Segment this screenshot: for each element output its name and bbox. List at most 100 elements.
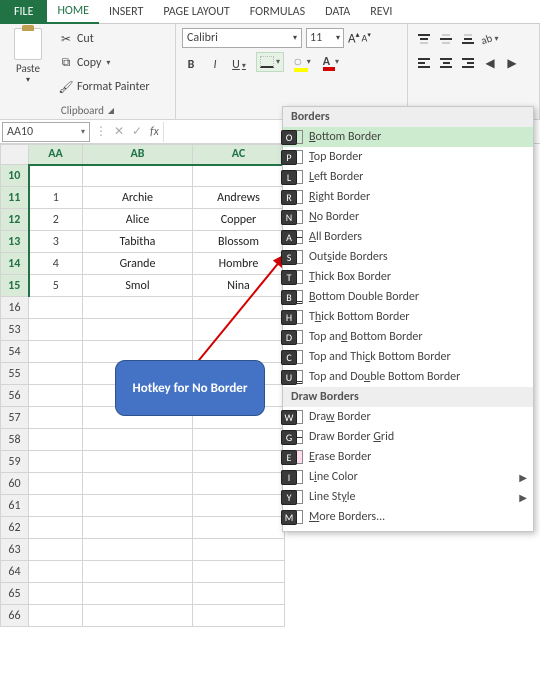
row-header[interactable]: 57 <box>1 407 29 429</box>
data-tab[interactable]: DATA <box>315 0 360 24</box>
row-header[interactable]: 54 <box>1 341 29 363</box>
cell[interactable] <box>193 517 285 539</box>
row-header[interactable]: 10 <box>1 165 29 187</box>
cell[interactable]: Archie <box>83 187 193 209</box>
cell[interactable]: 3 <box>29 231 83 253</box>
cell[interactable] <box>29 319 83 341</box>
borders-button[interactable] <box>256 52 284 72</box>
menu-item[interactable]: YLine Style▶ <box>283 487 533 507</box>
pagelayout-tab[interactable]: PAGE LAYOUT <box>153 0 239 24</box>
menu-item[interactable]: OBottom Border <box>283 127 533 147</box>
row-header[interactable]: 12 <box>1 209 29 231</box>
cell[interactable] <box>193 561 285 583</box>
cell[interactable]: Andrews <box>193 187 285 209</box>
cell[interactable] <box>193 297 285 319</box>
home-tab[interactable]: HOME <box>47 0 99 24</box>
cell[interactable]: 5 <box>29 275 83 297</box>
cell[interactable] <box>29 473 83 495</box>
cell[interactable] <box>29 605 83 627</box>
row-header[interactable]: 66 <box>1 605 29 627</box>
row-header[interactable]: 64 <box>1 561 29 583</box>
column-header[interactable]: AC <box>193 145 285 165</box>
cell[interactable] <box>29 407 83 429</box>
cell[interactable] <box>83 297 193 319</box>
cell[interactable] <box>193 319 285 341</box>
menu-item[interactable]: CTop and Thick Bottom Border <box>283 347 533 367</box>
menu-item[interactable]: UTop and Double Bottom Border <box>283 367 533 387</box>
namebox-expand-icon[interactable]: ⋮ <box>92 124 110 139</box>
menu-item[interactable]: WDraw Border <box>283 407 533 427</box>
increase-font-icon[interactable]: A▴ <box>348 30 360 46</box>
cell[interactable] <box>29 583 83 605</box>
row-header[interactable]: 58 <box>1 429 29 451</box>
column-header[interactable]: AA <box>29 145 83 165</box>
cell[interactable]: Smol <box>83 275 193 297</box>
cell[interactable] <box>193 495 285 517</box>
cell[interactable] <box>29 517 83 539</box>
cancel-icon[interactable]: ✕ <box>110 124 128 139</box>
cell[interactable] <box>83 517 193 539</box>
menu-item[interactable]: GDraw Border Grid <box>283 427 533 447</box>
cell[interactable] <box>29 429 83 451</box>
menu-item[interactable]: DTop and Bottom Border <box>283 327 533 347</box>
cell[interactable] <box>29 451 83 473</box>
format-painter-button[interactable]: 🖌 Format Painter <box>54 78 154 96</box>
font-color-button[interactable]: A <box>321 55 341 69</box>
underline-button[interactable]: U <box>230 58 248 72</box>
menu-item[interactable]: EErase Border <box>283 447 533 467</box>
cell[interactable] <box>29 495 83 517</box>
italic-button[interactable]: I <box>206 58 224 72</box>
cell[interactable] <box>193 473 285 495</box>
cell[interactable]: 2 <box>29 209 83 231</box>
cell[interactable] <box>83 561 193 583</box>
cut-button[interactable]: ✂ Cut <box>54 30 154 48</box>
row-header[interactable]: 60 <box>1 473 29 495</box>
menu-item[interactable]: TThick Box Border <box>283 267 533 287</box>
align-bottom-button[interactable] <box>458 30 478 48</box>
row-header[interactable]: 65 <box>1 583 29 605</box>
insert-tab[interactable]: INSERT <box>99 0 153 24</box>
paste-button[interactable]: Paste ▾ <box>6 28 50 85</box>
row-header[interactable]: 14 <box>1 253 29 275</box>
cell[interactable]: First Name <box>83 165 193 187</box>
row-header[interactable]: 61 <box>1 495 29 517</box>
menu-item[interactable]: LLeft Border <box>283 167 533 187</box>
menu-item[interactable]: MMore Borders... <box>283 507 533 527</box>
cell[interactable] <box>193 583 285 605</box>
align-center-button[interactable] <box>436 54 456 72</box>
cell[interactable]: Nina <box>193 275 285 297</box>
bold-button[interactable]: B <box>182 58 200 72</box>
menu-item[interactable]: PTop Border <box>283 147 533 167</box>
cell[interactable] <box>29 561 83 583</box>
menu-item[interactable]: BBottom Double Border <box>283 287 533 307</box>
formulas-tab[interactable]: FORMULAS <box>240 0 315 24</box>
column-header[interactable]: AB <box>83 145 193 165</box>
review-tab[interactable]: REVI <box>360 0 402 24</box>
align-right-button[interactable] <box>458 54 478 72</box>
align-left-button[interactable] <box>414 54 434 72</box>
cell[interactable]: Copper <box>193 209 285 231</box>
copy-button[interactable]: ⧉ Copy <box>54 54 154 72</box>
clipboard-dialog-launcher-icon[interactable]: ◢ <box>108 106 114 116</box>
cell[interactable] <box>193 539 285 561</box>
cell[interactable] <box>83 583 193 605</box>
fx-icon[interactable]: fx <box>150 125 159 139</box>
cell[interactable]: Last Nam <box>193 165 285 187</box>
row-header[interactable]: 55 <box>1 363 29 385</box>
menu-item[interactable]: RRight Border <box>283 187 533 207</box>
cell[interactable]: S. No. <box>29 165 83 187</box>
enter-icon[interactable]: ✓ <box>128 124 146 139</box>
decrease-font-icon[interactable]: A▾ <box>362 30 371 46</box>
menu-item[interactable]: SOutside Borders <box>283 247 533 267</box>
cell[interactable]: Blossom <box>193 231 285 253</box>
fill-color-button[interactable]: ◌ <box>292 55 313 70</box>
cell[interactable] <box>193 451 285 473</box>
cell[interactable] <box>83 429 193 451</box>
increase-indent-button[interactable]: ▶ <box>502 54 522 72</box>
align-top-button[interactable] <box>414 30 434 48</box>
font-size-combo[interactable]: 11▾ <box>306 28 344 48</box>
cell[interactable]: 4 <box>29 253 83 275</box>
row-header[interactable]: 63 <box>1 539 29 561</box>
row-header[interactable]: 62 <box>1 517 29 539</box>
row-header[interactable]: 16 <box>1 297 29 319</box>
